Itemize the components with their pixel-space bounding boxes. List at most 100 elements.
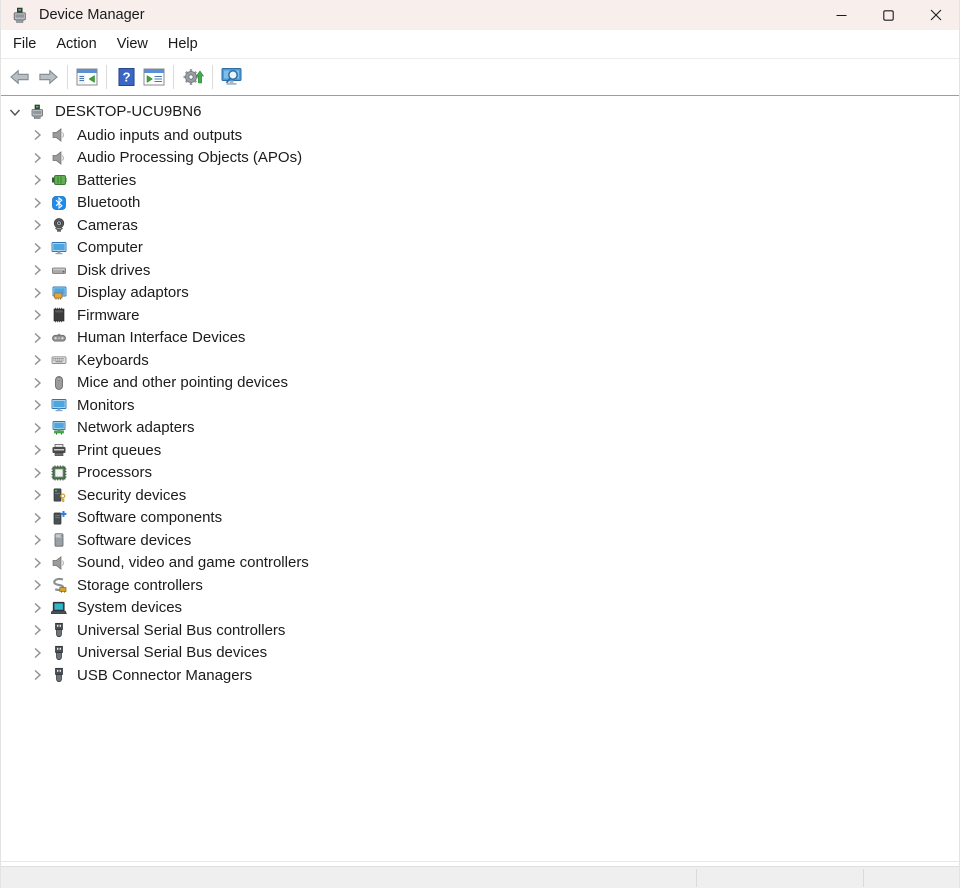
system-device-icon <box>51 600 67 616</box>
tree-item-label: Monitors <box>77 397 135 414</box>
tree-item[interactable]: Print queues <box>1 439 959 462</box>
security-key-icon <box>51 487 67 503</box>
tree-item-label: Human Interface Devices <box>77 329 245 346</box>
properties-button[interactable] <box>140 64 168 91</box>
tree-item[interactable]: Keyboards <box>1 349 959 372</box>
tree-item[interactable]: Audio Processing Objects (APOs) <box>1 147 959 170</box>
tree-item[interactable]: System devices <box>1 597 959 620</box>
tree-item-label: Print queues <box>77 442 161 459</box>
chevron-right-icon[interactable] <box>29 420 45 436</box>
tree-item[interactable]: Cameras <box>1 214 959 237</box>
chevron-down-icon[interactable] <box>7 104 23 120</box>
tree-item-label: Batteries <box>77 172 136 189</box>
chevron-right-icon[interactable] <box>29 150 45 166</box>
toolbar-separator <box>173 65 174 89</box>
chevron-right-icon[interactable] <box>29 600 45 616</box>
toolbar-separator <box>67 65 68 89</box>
battery-icon <box>51 172 67 188</box>
chevron-right-icon[interactable] <box>29 487 45 503</box>
forward-button[interactable] <box>34 64 62 91</box>
tree-item[interactable]: USB Connector Managers <box>1 664 959 687</box>
tree-item[interactable]: Display adaptors <box>1 282 959 305</box>
chevron-right-icon[interactable] <box>29 172 45 188</box>
update-driver-button[interactable] <box>179 64 207 91</box>
speaker-icon <box>51 127 67 143</box>
close-button[interactable] <box>912 0 959 30</box>
tree-item[interactable]: Audio inputs and outputs <box>1 124 959 147</box>
tree-item[interactable]: Computer <box>1 237 959 260</box>
menu-file[interactable]: File <box>3 32 46 56</box>
chevron-right-icon[interactable] <box>29 127 45 143</box>
maximize-button[interactable] <box>865 0 912 30</box>
tree-item[interactable]: Disk drives <box>1 259 959 282</box>
chevron-right-icon[interactable] <box>29 397 45 413</box>
tree-item[interactable]: Storage controllers <box>1 574 959 597</box>
tree-item-label: Audio Processing Objects (APOs) <box>77 149 302 166</box>
tree-item[interactable]: Human Interface Devices <box>1 327 959 350</box>
chevron-right-icon[interactable] <box>29 375 45 391</box>
chevron-right-icon[interactable] <box>29 465 45 481</box>
tree-item-label: Universal Serial Bus devices <box>77 644 267 661</box>
chevron-right-icon[interactable] <box>29 667 45 683</box>
printer-icon <box>51 442 67 458</box>
help-button[interactable]: ? <box>112 64 140 91</box>
show-hide-console-tree-button[interactable] <box>73 64 101 91</box>
usb-plug-icon <box>51 622 67 638</box>
tree-item[interactable]: Security devices <box>1 484 959 507</box>
tree-item[interactable]: Firmware <box>1 304 959 327</box>
chevron-right-icon[interactable] <box>29 195 45 211</box>
menu-help[interactable]: Help <box>158 32 208 56</box>
tree-item-label: Sound, video and game controllers <box>77 554 309 571</box>
chevron-right-icon[interactable] <box>29 622 45 638</box>
tree-item[interactable]: Bluetooth <box>1 192 959 215</box>
tree-item[interactable]: Mice and other pointing devices <box>1 372 959 395</box>
bluetooth-icon <box>51 195 67 211</box>
chevron-right-icon[interactable] <box>29 510 45 526</box>
tree-item[interactable]: Sound, video and game controllers <box>1 552 959 575</box>
window-title: Device Manager <box>39 7 145 23</box>
chevron-right-icon[interactable] <box>29 285 45 301</box>
tree-item-label: Network adapters <box>77 419 195 436</box>
toolbar-separator <box>212 65 213 89</box>
tree-item-label: Cameras <box>77 217 138 234</box>
tree-item[interactable]: Monitors <box>1 394 959 417</box>
menu-action[interactable]: Action <box>46 32 106 56</box>
back-button[interactable] <box>6 64 34 91</box>
tree-item-label: Mice and other pointing devices <box>77 374 288 391</box>
chevron-right-icon[interactable] <box>29 307 45 323</box>
tree-item[interactable]: Batteries <box>1 169 959 192</box>
chevron-right-icon[interactable] <box>29 442 45 458</box>
tree-item-label: Disk drives <box>77 262 150 279</box>
menu-view[interactable]: View <box>107 32 158 56</box>
tree-item[interactable]: Software devices <box>1 529 959 552</box>
computer-root-icon <box>29 104 45 120</box>
usb-plug-icon <box>51 667 67 683</box>
chevron-right-icon[interactable] <box>29 532 45 548</box>
tree-item[interactable]: Universal Serial Bus devices <box>1 642 959 665</box>
tree-item-label: Firmware <box>77 307 140 324</box>
tree-item-label: Storage controllers <box>77 577 203 594</box>
network-adapter-icon <box>51 420 67 436</box>
tree-item-label: System devices <box>77 599 182 616</box>
chevron-right-icon[interactable] <box>29 262 45 278</box>
chevron-right-icon[interactable] <box>29 240 45 256</box>
tree-item[interactable]: Network adapters <box>1 417 959 440</box>
scan-hardware-changes-button[interactable] <box>218 64 246 91</box>
device-tree-children: Audio inputs and outputs Audio Processin… <box>1 124 959 687</box>
minimize-button[interactable] <box>818 0 865 30</box>
tree-item-label: Software components <box>77 509 222 526</box>
tree-item[interactable]: Processors <box>1 462 959 485</box>
chevron-right-icon[interactable] <box>29 217 45 233</box>
chevron-right-icon[interactable] <box>29 330 45 346</box>
toolbar-separator <box>106 65 107 89</box>
speaker-icon <box>51 555 67 571</box>
tree-root-computer[interactable]: DESKTOP-UCU9BN6 <box>1 99 959 124</box>
chevron-right-icon[interactable] <box>29 555 45 571</box>
tree-item[interactable]: Software components <box>1 507 959 530</box>
status-bar-divider <box>696 869 697 887</box>
chevron-right-icon[interactable] <box>29 577 45 593</box>
tree-item[interactable]: Universal Serial Bus controllers <box>1 619 959 642</box>
chevron-right-icon[interactable] <box>29 645 45 661</box>
chevron-right-icon[interactable] <box>29 352 45 368</box>
menu-bar: File Action View Help <box>1 30 959 59</box>
